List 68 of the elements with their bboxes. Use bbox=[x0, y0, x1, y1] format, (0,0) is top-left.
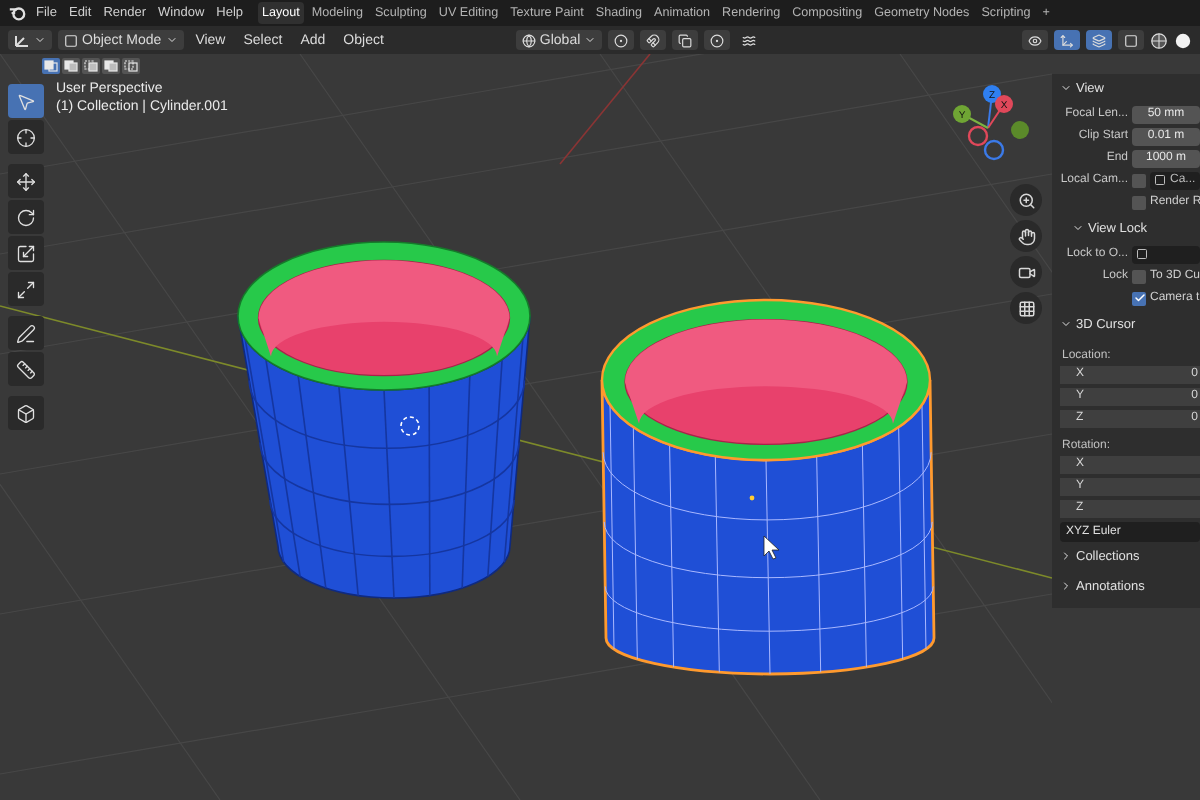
crosshair-icon bbox=[16, 127, 36, 147]
square-icon bbox=[64, 33, 78, 47]
zoom-button[interactable] bbox=[1010, 184, 1042, 216]
ruler-icon bbox=[16, 359, 36, 379]
tool-button[interactable] bbox=[8, 236, 44, 270]
checkbox[interactable] bbox=[1132, 173, 1146, 187]
viewport-toggle[interactable] bbox=[1086, 30, 1112, 50]
axes-icon bbox=[14, 33, 30, 47]
scale-icon bbox=[16, 243, 36, 263]
tool-button[interactable] bbox=[8, 120, 44, 154]
object-field[interactable] bbox=[1132, 245, 1200, 263]
move-icon bbox=[16, 171, 36, 191]
app-logo-icon[interactable] bbox=[8, 4, 26, 22]
viewport-toggle[interactable] bbox=[1118, 30, 1144, 50]
square-icon bbox=[1124, 33, 1138, 47]
magnet-icon bbox=[646, 33, 661, 47]
origin-dot bbox=[749, 495, 755, 501]
proportional-button[interactable] bbox=[704, 30, 731, 50]
selection-mode-button[interactable] bbox=[62, 58, 80, 74]
snap-button[interactable] bbox=[640, 30, 667, 50]
selection-mode-button[interactable] bbox=[102, 58, 120, 74]
pivot-icon bbox=[614, 33, 629, 47]
dashed-circle-icon bbox=[400, 416, 420, 436]
editor-type-button[interactable] bbox=[8, 30, 52, 50]
square-icon bbox=[1154, 174, 1166, 186]
shading-sphere-icon[interactable] bbox=[1174, 31, 1192, 49]
selection-mode-button[interactable] bbox=[42, 58, 60, 74]
viewport-toggle[interactable] bbox=[1054, 30, 1080, 50]
axes-icon bbox=[1060, 33, 1074, 47]
rotate-icon bbox=[16, 207, 36, 227]
tool-button[interactable] bbox=[8, 352, 44, 386]
checkbox[interactable] bbox=[1132, 269, 1146, 283]
hand-icon bbox=[1017, 227, 1035, 245]
snap-target-button[interactable] bbox=[672, 30, 699, 50]
square-icon bbox=[1136, 248, 1148, 260]
cube-icon bbox=[16, 403, 36, 423]
checkbox[interactable] bbox=[1132, 195, 1146, 209]
transform-icon bbox=[16, 279, 36, 299]
selection-mode-button[interactable] bbox=[122, 58, 140, 74]
viewport-toggle[interactable] bbox=[1022, 30, 1048, 50]
camera-icon bbox=[1017, 263, 1035, 281]
shading-sphere-icon[interactable] bbox=[1150, 31, 1168, 49]
tool-button[interactable] bbox=[8, 272, 44, 306]
axis-line bbox=[559, 54, 651, 165]
caret-icon bbox=[165, 34, 178, 46]
tool-button[interactable] bbox=[8, 396, 44, 430]
checkbox[interactable] bbox=[1132, 291, 1146, 305]
overlays-icon bbox=[1092, 33, 1106, 47]
globe-icon bbox=[521, 33, 536, 47]
wave-icon bbox=[742, 33, 757, 47]
tool-button[interactable] bbox=[8, 200, 44, 234]
pointer-icon bbox=[16, 91, 36, 111]
camera-button[interactable] bbox=[1010, 256, 1042, 288]
selection-mode-button[interactable] bbox=[82, 58, 100, 74]
pen-icon bbox=[16, 323, 36, 343]
pivot-button[interactable] bbox=[608, 30, 635, 50]
tool-button[interactable] bbox=[8, 316, 44, 350]
perspective-button[interactable] bbox=[1010, 292, 1042, 324]
target-icon bbox=[710, 33, 725, 47]
pointer-icon bbox=[763, 535, 780, 560]
caret-icon bbox=[584, 34, 597, 46]
caret-icon bbox=[34, 34, 46, 46]
grid-icon bbox=[1017, 299, 1035, 317]
zoom-icon bbox=[1017, 191, 1035, 209]
tool-button[interactable] bbox=[8, 164, 44, 198]
pan-button[interactable] bbox=[1010, 220, 1042, 252]
copy-icon bbox=[678, 33, 693, 47]
eye-icon bbox=[1028, 33, 1042, 47]
